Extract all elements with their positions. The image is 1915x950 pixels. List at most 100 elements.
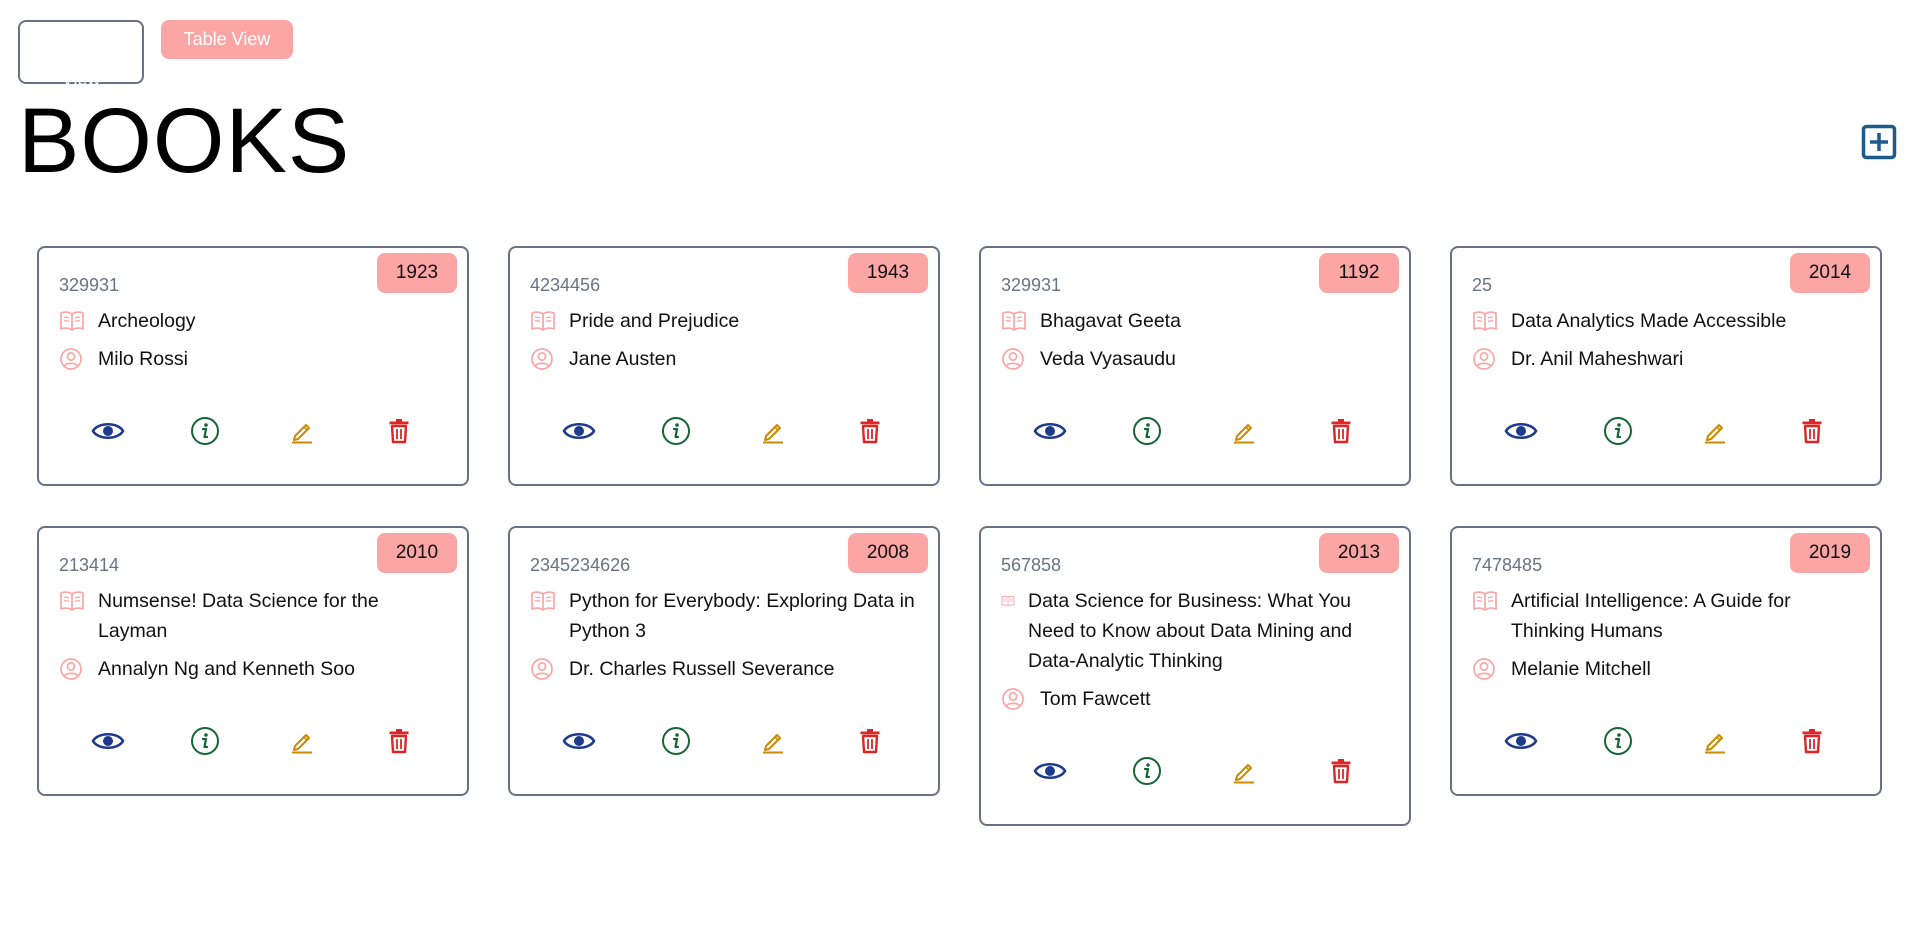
book-open-icon <box>59 306 89 336</box>
info-button[interactable] <box>1127 754 1167 790</box>
book-author: Dr. Charles Russell Severance <box>569 658 835 680</box>
edit-button[interactable] <box>753 724 793 760</box>
book-open-icon <box>1001 586 1023 616</box>
delete-button[interactable] <box>379 414 419 450</box>
eye-icon <box>1033 759 1067 786</box>
view-button[interactable] <box>1501 414 1541 450</box>
book-title: Pride and Prejudice <box>569 310 740 332</box>
eye-icon <box>91 419 125 446</box>
book-author-row: Jane Austen <box>530 344 918 374</box>
book-card: 2010 213414 Numsense! Data Science for t… <box>37 526 469 796</box>
book-author: Melanie Mitchell <box>1511 658 1651 680</box>
book-card: 1943 4234456 Pride and Prejudice Jane Au… <box>508 246 940 486</box>
user-circle-icon <box>1001 684 1031 714</box>
edit-button[interactable] <box>1695 724 1735 760</box>
edit-button[interactable] <box>1224 754 1264 790</box>
book-author-row: Annalyn Ng and Kenneth Soo <box>59 654 447 684</box>
edit-button[interactable] <box>282 724 322 760</box>
book-card: 2013 567858 Data Science for Business: W… <box>979 526 1411 826</box>
year-badge: 2014 <box>1790 253 1870 293</box>
delete-button[interactable] <box>1321 414 1361 450</box>
book-card: 2019 7478485 Artificial Intelligence: A … <box>1450 526 1882 796</box>
info-circle-icon <box>1132 416 1162 449</box>
view-button[interactable] <box>1030 754 1070 790</box>
book-title: Data Science for Business: What You Need… <box>1028 590 1353 672</box>
card-actions <box>1001 754 1389 790</box>
book-card: 2014 25 Data Analytics Made Accessible D… <box>1450 246 1882 486</box>
page-title: BOOKS <box>18 90 351 192</box>
pencil-icon <box>1702 418 1728 447</box>
info-button[interactable] <box>1598 724 1638 760</box>
book-title-row: Pride and Prejudice <box>530 306 918 336</box>
trash-icon <box>388 728 410 757</box>
info-button[interactable] <box>1127 414 1167 450</box>
book-author-row: Melanie Mitchell <box>1472 654 1860 684</box>
eye-icon <box>562 729 596 756</box>
delete-button[interactable] <box>1792 724 1832 760</box>
edit-button[interactable] <box>1695 414 1735 450</box>
book-title-row: Bhagavat Geeta <box>1001 306 1389 336</box>
book-title-row: Artificial Intelligence: A Guide for Thi… <box>1472 586 1860 646</box>
plus-square-icon <box>1861 124 1897 163</box>
view-toggle: Card View Table View <box>18 20 293 89</box>
book-card: 1923 329931 Archeology Milo Rossi <box>37 246 469 486</box>
year-badge: 2008 <box>848 533 928 573</box>
info-circle-icon <box>661 416 691 449</box>
book-card: 1192 329931 Bhagavat Geeta Veda Vyasaudu <box>979 246 1411 486</box>
book-title: Archeology <box>98 310 196 332</box>
card-actions <box>530 724 918 760</box>
info-circle-icon <box>190 416 220 449</box>
user-circle-icon <box>59 344 89 374</box>
user-circle-icon <box>530 654 560 684</box>
book-title: Bhagavat Geeta <box>1040 310 1181 332</box>
trash-icon <box>1330 758 1352 787</box>
info-circle-icon <box>1603 726 1633 759</box>
info-button[interactable] <box>656 724 696 760</box>
book-card-grid: 1923 329931 Archeology Milo Rossi 1943 4… <box>37 246 1882 826</box>
card-actions <box>59 724 447 760</box>
info-button[interactable] <box>656 414 696 450</box>
year-badge: 2013 <box>1319 533 1399 573</box>
book-author-row: Dr. Anil Maheshwari <box>1472 344 1860 374</box>
eye-icon <box>1504 729 1538 756</box>
delete-button[interactable] <box>379 724 419 760</box>
add-book-button[interactable] <box>1861 124 1897 160</box>
pencil-icon <box>1231 758 1257 787</box>
table-view-button[interactable]: Table View <box>161 20 293 59</box>
info-button[interactable] <box>185 724 225 760</box>
info-button[interactable] <box>1598 414 1638 450</box>
view-button[interactable] <box>1501 724 1541 760</box>
view-button[interactable] <box>88 414 128 450</box>
book-author: Veda Vyasaudu <box>1040 348 1176 370</box>
delete-button[interactable] <box>1792 414 1832 450</box>
pencil-icon <box>760 418 786 447</box>
book-title-row: Archeology <box>59 306 447 336</box>
edit-button[interactable] <box>282 414 322 450</box>
eye-icon <box>1033 419 1067 446</box>
view-button[interactable] <box>559 724 599 760</box>
view-button[interactable] <box>1030 414 1070 450</box>
card-view-button[interactable]: Card View <box>18 20 144 89</box>
edit-button[interactable] <box>753 414 793 450</box>
trash-icon <box>1330 418 1352 447</box>
card-actions <box>1001 414 1389 450</box>
book-title: Python for Everybody: Exploring Data in … <box>569 590 915 642</box>
pencil-icon <box>1702 728 1728 757</box>
card-actions <box>1472 414 1860 450</box>
user-circle-icon <box>530 344 560 374</box>
eye-icon <box>562 419 596 446</box>
delete-button[interactable] <box>1321 754 1361 790</box>
view-button[interactable] <box>88 724 128 760</box>
card-actions <box>59 414 447 450</box>
book-author: Dr. Anil Maheshwari <box>1511 348 1684 370</box>
delete-button[interactable] <box>850 724 890 760</box>
book-author-row: Veda Vyasaudu <box>1001 344 1389 374</box>
book-card: 2008 2345234626 Python for Everybody: Ex… <box>508 526 940 796</box>
eye-icon <box>91 729 125 756</box>
info-button[interactable] <box>185 414 225 450</box>
info-circle-icon <box>661 726 691 759</box>
delete-button[interactable] <box>850 414 890 450</box>
view-button[interactable] <box>559 414 599 450</box>
card-actions <box>530 414 918 450</box>
edit-button[interactable] <box>1224 414 1264 450</box>
